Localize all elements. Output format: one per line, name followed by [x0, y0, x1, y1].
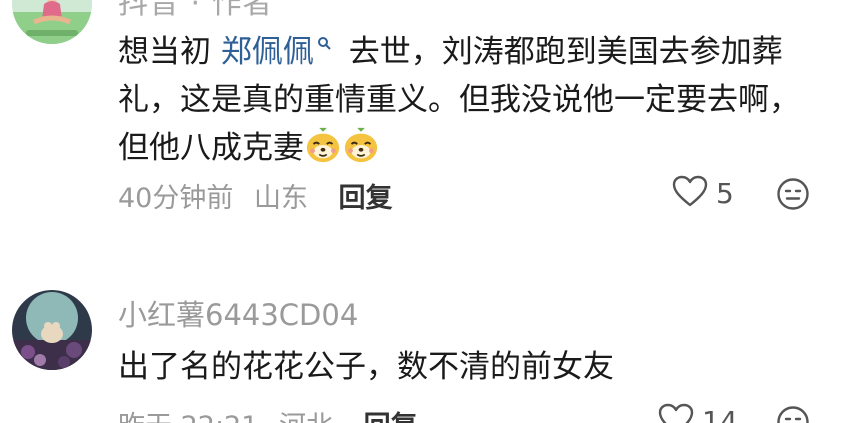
heart-outline-icon[interactable] [658, 403, 694, 423]
like-button[interactable]: 14 [658, 403, 738, 423]
smirk-face-emoji [306, 127, 340, 163]
comment-time: 昨天 22:21 [118, 411, 258, 423]
comment-region: 河北 [279, 411, 333, 423]
comment-text-part: 想当初 [118, 34, 221, 70]
mention-link[interactable]: 郑佩佩 [221, 34, 314, 70]
avatar[interactable] [12, 290, 92, 370]
avatar[interactable] [12, 0, 92, 44]
comment-region: 山东 [253, 183, 308, 214]
comment-list: 抖音 · 作者 想当初 郑佩佩 去世，刘涛都跑到美国去参加葬礼，这是真的重情重义… [0, 0, 855, 423]
comment-meta: 昨天 22:21 河北 回复 [118, 404, 418, 423]
username[interactable]: 小红薯6443CD04 [118, 292, 358, 334]
like-button[interactable]: 5 [672, 175, 734, 211]
face-neutral-icon[interactable] [776, 177, 810, 215]
face-neutral-icon[interactable] [776, 405, 810, 423]
reply-button[interactable]: 回复 [364, 411, 418, 423]
like-count: 14 [702, 404, 738, 423]
comment-time: 40分钟前 [118, 183, 234, 214]
like-count: 5 [716, 176, 734, 210]
comment-body: 出了名的花花公子，数不清的前女友 [118, 349, 614, 385]
reply-button[interactable]: 回复 [339, 183, 393, 214]
comment-body: 想当初 郑佩佩 去世，刘涛都跑到美国去参加葬礼，这是真的重情重义。但我没说他一定… [118, 18, 818, 172]
smirk-face-emoji [344, 127, 378, 163]
comment-meta: 40分钟前 山东 回复 [118, 176, 393, 214]
search-icon[interactable] [317, 18, 333, 66]
heart-outline-icon[interactable] [672, 175, 708, 211]
